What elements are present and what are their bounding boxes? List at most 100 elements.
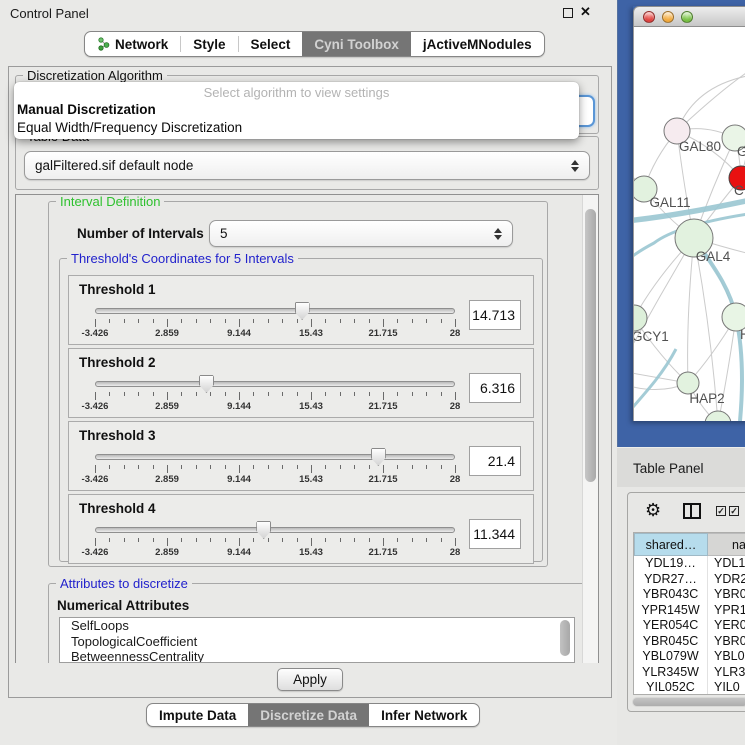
tab-label: Network bbox=[115, 37, 168, 52]
algorithm-dropdown-popup: Select algorithm to view settings Manual… bbox=[14, 82, 579, 139]
checkbox-icon[interactable]: ✓ bbox=[729, 506, 739, 516]
tick-mark bbox=[426, 319, 427, 323]
node-label[interactable]: GAL80 bbox=[679, 139, 721, 154]
traffic-light-zoom-icon[interactable] bbox=[681, 11, 693, 23]
tab-impute-data[interactable]: Impute Data bbox=[147, 704, 248, 726]
table-data-combobox[interactable]: galFiltered.sif default node bbox=[24, 151, 590, 180]
tick-label: 2.859 bbox=[155, 474, 179, 485]
slider-ticks bbox=[95, 463, 455, 473]
scrollbar-thumb[interactable] bbox=[633, 698, 745, 706]
tick-mark bbox=[397, 319, 398, 323]
tick-mark bbox=[369, 465, 370, 469]
node-label[interactable]: HAP2 bbox=[689, 391, 724, 406]
tick-mark bbox=[426, 392, 427, 396]
dropdown-item[interactable]: Equal Width/Frequency Discretization bbox=[14, 118, 579, 136]
network-canvas[interactable]: GAL80 GA C GAL11 GAL4 GCY1 H HAP2 bbox=[633, 27, 745, 421]
table-row[interactable]: YER054CYER0 bbox=[634, 618, 745, 634]
tick-label: 9.144 bbox=[227, 401, 251, 412]
tick-mark bbox=[426, 538, 427, 542]
tick-mark bbox=[124, 538, 125, 542]
slider-track[interactable] bbox=[95, 308, 455, 314]
cell-name: YPR1 bbox=[708, 603, 745, 619]
checkbox-icon[interactable]: ✓ bbox=[716, 506, 726, 516]
apply-button[interactable]: Apply bbox=[277, 668, 343, 691]
network-window: GAL80 GA C GAL11 GAL4 GCY1 H HAP2 bbox=[633, 6, 745, 421]
slider-track[interactable] bbox=[95, 527, 455, 533]
cell-name: YLR3 bbox=[708, 665, 745, 681]
attribute-list-item[interactable]: BetweennessCentrality bbox=[60, 649, 574, 663]
panel-title: Control Panel bbox=[10, 6, 89, 21]
node-bottom[interactable] bbox=[705, 411, 731, 421]
tick-mark bbox=[383, 319, 384, 327]
dropdown-item[interactable]: Manual Discretization bbox=[14, 100, 579, 118]
table-horizontal-scrollbar[interactable] bbox=[632, 697, 745, 707]
tab-discretize-data[interactable]: Discretize Data bbox=[248, 704, 369, 726]
table-row[interactable]: YBR043CYBR0 bbox=[634, 587, 745, 603]
node-label[interactable]: C bbox=[734, 183, 744, 198]
tick-mark bbox=[210, 392, 211, 396]
tab-style[interactable]: Style bbox=[181, 32, 237, 56]
tick-mark bbox=[253, 392, 254, 396]
table-row[interactable]: YLR345WYLR3 bbox=[634, 665, 745, 681]
tab-label: Select bbox=[251, 37, 291, 52]
numerical-attributes-list[interactable]: SelfLoopsTopologicalCoefficientBetweenne… bbox=[59, 617, 575, 663]
table-data-combobox-value: galFiltered.sif default node bbox=[35, 158, 193, 173]
table-row[interactable]: YPR145WYPR1 bbox=[634, 603, 745, 619]
tick-mark bbox=[455, 465, 456, 473]
float-window-icon[interactable] bbox=[563, 8, 573, 18]
attribute-list-item[interactable]: TopologicalCoefficient bbox=[60, 634, 574, 650]
bottom-tabstrip: Impute DataDiscretize DataInfer Network bbox=[146, 703, 480, 727]
tick-mark bbox=[354, 538, 355, 542]
cell-name: YDL1 bbox=[708, 556, 745, 572]
attribute-list-scrollbar[interactable] bbox=[560, 620, 572, 660]
table-row[interactable]: YIL052CYIL0 bbox=[634, 680, 745, 695]
tab-network[interactable]: Network bbox=[85, 32, 180, 56]
threshold-value-field[interactable]: 14.713 bbox=[469, 300, 521, 330]
scrollbar-thumb[interactable] bbox=[585, 209, 596, 482]
column-header-shared-name[interactable]: shared… bbox=[634, 533, 708, 556]
gear-icon[interactable]: ⚙ bbox=[645, 500, 661, 521]
node-label[interactable]: H bbox=[740, 327, 745, 342]
slider-track[interactable] bbox=[95, 454, 455, 460]
tick-mark bbox=[239, 465, 240, 473]
GCY1-node[interactable] bbox=[634, 305, 647, 331]
tick-label: 15.43 bbox=[299, 328, 323, 339]
node-attribute-table[interactable]: shared… na YDL19…YDL1YDR27…YDR2YBR043CYB… bbox=[633, 532, 745, 695]
tick-mark bbox=[455, 319, 456, 327]
tick-mark bbox=[124, 392, 125, 396]
threshold-value-field[interactable]: 11.344 bbox=[469, 519, 521, 549]
threshold-value-field[interactable]: 21.4 bbox=[469, 446, 521, 476]
tick-mark bbox=[210, 465, 211, 469]
table-row[interactable]: YDR27…YDR2 bbox=[634, 572, 745, 588]
attribute-list-item[interactable]: SelfLoops bbox=[60, 618, 574, 634]
table-row[interactable]: YBL079WYBL0 bbox=[634, 649, 745, 665]
node-label[interactable]: GAL4 bbox=[696, 249, 731, 264]
tick-mark bbox=[253, 319, 254, 323]
tab-select[interactable]: Select bbox=[239, 32, 303, 56]
number-of-intervals-combobox[interactable]: 5 bbox=[209, 220, 513, 247]
tab-cyni-toolbox[interactable]: Cyni Toolbox bbox=[302, 32, 411, 56]
tick-mark bbox=[311, 538, 312, 546]
settings-vertical-scrollbar[interactable] bbox=[582, 195, 598, 663]
slider-track[interactable] bbox=[95, 381, 455, 387]
tick-label: 15.43 bbox=[299, 401, 323, 412]
node-label[interactable]: GA bbox=[737, 144, 745, 159]
threshold-value-field[interactable]: 6.316 bbox=[469, 373, 521, 403]
apply-row: Apply bbox=[10, 663, 610, 696]
table-row[interactable]: YBR045CYBR0 bbox=[634, 634, 745, 650]
tab-infer-network[interactable]: Infer Network bbox=[369, 704, 479, 726]
close-icon[interactable]: ✕ bbox=[580, 4, 591, 20]
tick-label: 9.144 bbox=[227, 474, 251, 485]
node-label[interactable]: GCY1 bbox=[634, 329, 669, 344]
columns-icon[interactable] bbox=[683, 503, 701, 519]
node-label[interactable]: GAL11 bbox=[649, 195, 690, 210]
tab-jactivemnodules[interactable]: jActiveMNodules bbox=[411, 32, 544, 56]
traffic-light-close-icon[interactable] bbox=[643, 11, 655, 23]
column-header-name[interactable]: na bbox=[708, 533, 745, 556]
tick-label: 15.43 bbox=[299, 474, 323, 485]
scrollbar-thumb[interactable] bbox=[560, 620, 570, 656]
tick-mark bbox=[109, 319, 110, 323]
traffic-light-minimize-icon[interactable] bbox=[662, 11, 674, 23]
table-row[interactable]: YDL19…YDL1 bbox=[634, 556, 745, 572]
tick-mark bbox=[225, 319, 226, 323]
